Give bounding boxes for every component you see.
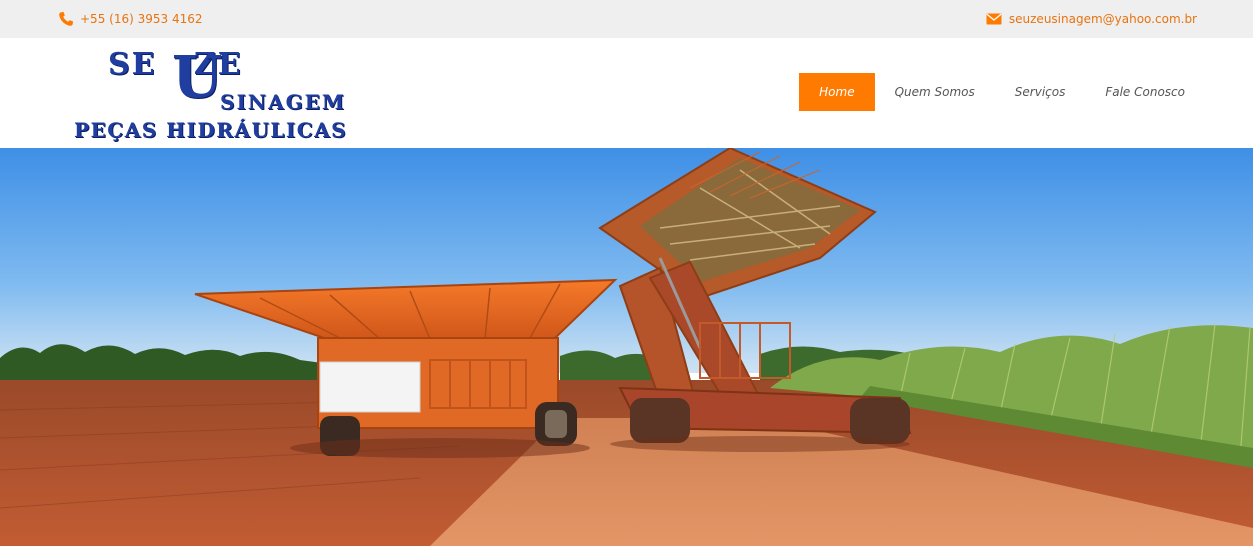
phone-icon [58, 11, 74, 27]
envelope-icon [986, 13, 1002, 25]
nav-item-servicos[interactable]: Serviços [995, 73, 1086, 111]
email-address[interactable]: seuzeusinagem@yahoo.com.br [1009, 12, 1197, 26]
hero-sugarcane-harvest-image [0, 148, 1253, 546]
logo-u-letter: U [172, 43, 223, 111]
top-contact-bar: +55 (16) 3953 4162 seuzeusinagem@yahoo.c… [0, 0, 1253, 38]
hero-banner [0, 148, 1253, 546]
nav-item-home[interactable]: Home [799, 73, 875, 111]
phone-contact[interactable]: +55 (16) 3953 4162 [58, 10, 202, 28]
email-contact[interactable]: seuzeusinagem@yahoo.com.br [986, 10, 1197, 28]
nav-item-fale-conosco[interactable]: Fale Conosco [1085, 73, 1205, 111]
site-header: SE ZE U SINAGEM PEÇAS HIDRÁULICAS Home Q… [0, 38, 1253, 148]
logo-pecas-text: PEÇAS HIDRÁULICAS [74, 118, 348, 142]
logo-sinagem-text: SINAGEM [220, 90, 347, 114]
phone-number[interactable]: +55 (16) 3953 4162 [80, 12, 202, 26]
nav-item-quem-somos[interactable]: Quem Somos [875, 73, 995, 111]
main-nav: Home Quem Somos Serviços Fale Conosco [799, 73, 1205, 111]
site-logo[interactable]: SE ZE U SINAGEM PEÇAS HIDRÁULICAS [72, 43, 394, 140]
